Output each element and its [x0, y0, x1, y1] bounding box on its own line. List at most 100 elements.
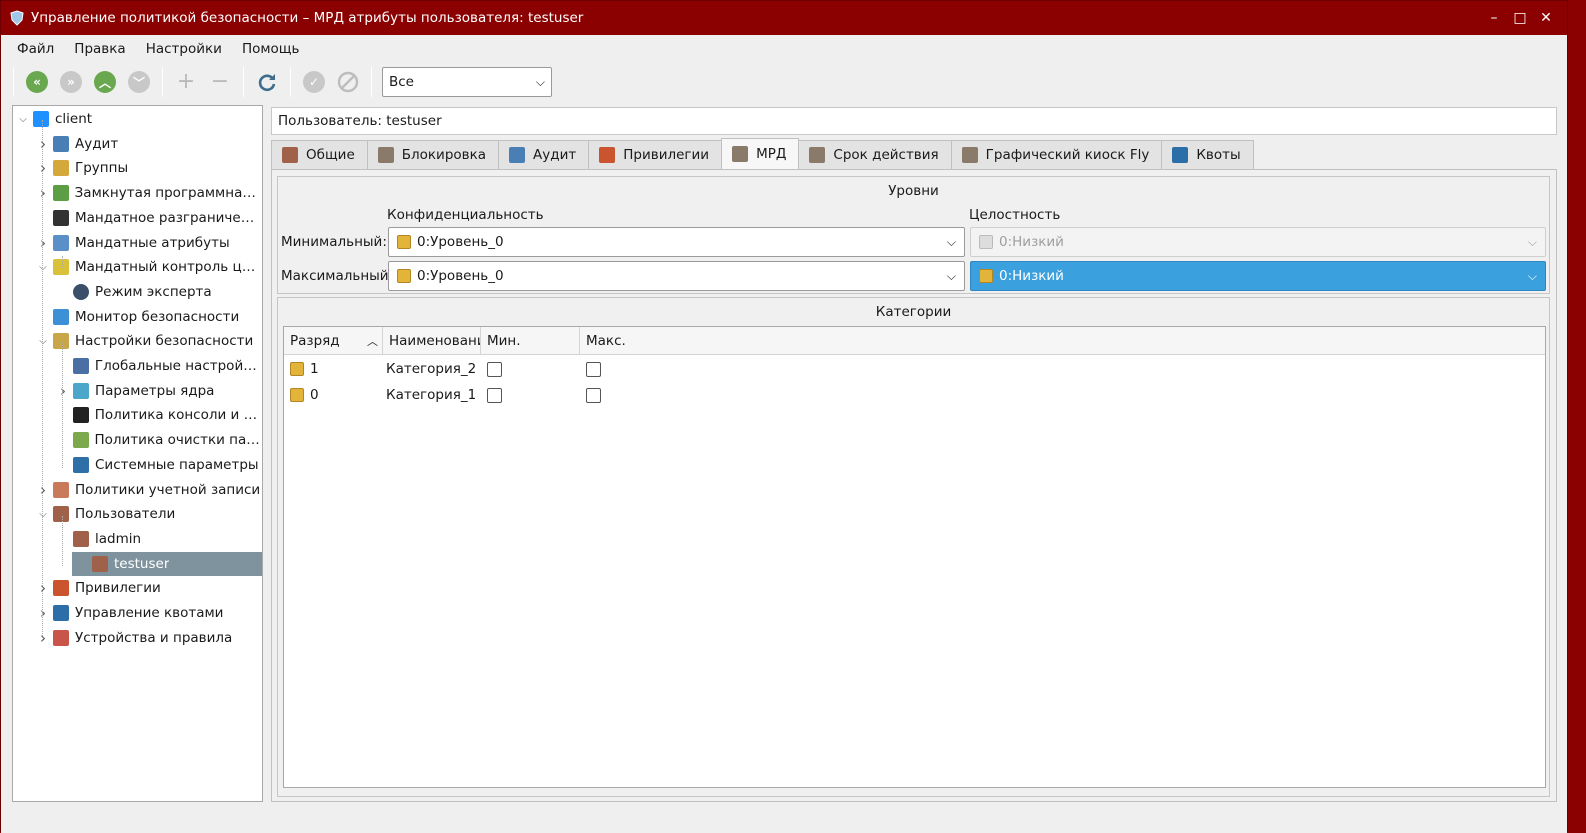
chevron-right-icon[interactable]: › [37, 629, 49, 647]
tree-item[interactable]: Мандатное разграничен... [13, 206, 262, 230]
up-button[interactable]: ︿ [92, 69, 118, 95]
tab-6[interactable]: Графический киоск Fly [950, 140, 1163, 169]
column-name[interactable]: Наименовани [383, 327, 481, 354]
tree-item[interactable]: Политика очистки пам... [13, 428, 262, 452]
menu-file[interactable]: Файл [7, 37, 64, 61]
tab-2[interactable]: Аудит [498, 140, 590, 169]
tree-item-label: Привилегии [75, 580, 161, 597]
confidentiality-header: Конфиденциальность [387, 207, 544, 223]
chevron-down-icon[interactable]: ⌵ [17, 114, 29, 125]
min-checkbox[interactable] [487, 361, 502, 377]
tree-item[interactable]: Глобальные настройк... [13, 354, 262, 378]
tree-guide-line [62, 516, 63, 566]
tree-item-label: Режим эксперта [95, 283, 212, 300]
cancel-icon [337, 71, 359, 93]
minimize-button[interactable]: – [1481, 10, 1507, 26]
tree-item[interactable]: › Мандатные атрибуты [13, 231, 262, 255]
min-integrity-select[interactable]: 0:Низкий ⌵ [970, 227, 1546, 257]
tree-item[interactable]: testuser [72, 551, 262, 576]
column-max[interactable]: Макс. [580, 327, 1545, 354]
first-button[interactable]: « [24, 69, 50, 95]
chevron-down-icon: ⌵ [535, 74, 545, 89]
tree-item[interactable]: Политика консоли и и... [13, 403, 262, 427]
tree-item[interactable]: Режим эксперта [13, 280, 262, 304]
apply-button[interactable]: ✓ [301, 69, 327, 95]
min-cell [481, 387, 580, 403]
tree-guide-line [62, 343, 63, 468]
tab-5[interactable]: Срок действия [798, 140, 952, 169]
remove-button[interactable]: − [207, 69, 233, 95]
double-right-icon: » [60, 71, 82, 93]
chevron-down-icon[interactable]: ⌵ [37, 336, 49, 347]
menu-edit[interactable]: Правка [64, 37, 135, 61]
chevron-down-icon[interactable]: ⌵ [37, 509, 49, 520]
tree-item[interactable]: › Замкнутая программная ... [13, 181, 262, 205]
column-min[interactable]: Мин. [481, 327, 580, 354]
chevron-right-icon[interactable]: › [37, 135, 49, 153]
down-button[interactable]: ﹀ [126, 69, 152, 95]
chevron-right-icon[interactable]: › [37, 579, 49, 597]
max-confidentiality-select[interactable]: 0:Уровень_0 ⌵ [388, 261, 965, 291]
double-left-icon: « [26, 71, 48, 93]
menu-bar: Файл Правка Настройки Помощь [1, 35, 1567, 63]
tree-item[interactable]: Системные параметры [13, 453, 262, 477]
min-checkbox[interactable] [487, 387, 502, 403]
tree-item[interactable]: › Параметры ядра [13, 379, 262, 403]
cancel-button[interactable] [335, 69, 361, 95]
integrity-control-icon [52, 259, 69, 276]
add-button[interactable]: + [173, 69, 199, 95]
tree-item[interactable]: › Политики учетной записи [13, 478, 262, 502]
tab-7[interactable]: Квоты [1161, 140, 1254, 169]
tree-item[interactable]: ⌵ Настройки безопасности [13, 329, 262, 353]
tree-item-label: Настройки безопасности [75, 333, 254, 350]
navigation-tree: ⌵ client › Аудит › Группы › Замкнутая программн… [12, 105, 263, 802]
refresh-button[interactable] [254, 69, 280, 95]
chevron-right-icon[interactable]: › [37, 159, 49, 177]
toolbar-separator [13, 67, 14, 97]
menu-help[interactable]: Помощь [232, 37, 310, 61]
tree-item[interactable]: ⌵ client [13, 107, 262, 131]
chevron-right-icon[interactable]: › [37, 604, 49, 622]
menu-settings[interactable]: Настройки [136, 37, 232, 61]
tree-item[interactable]: › Группы [13, 156, 262, 180]
filter-select[interactable]: Все ⌵ [382, 67, 552, 97]
chevron-right-icon[interactable]: › [37, 234, 49, 252]
refresh-icon [258, 74, 276, 92]
tab-label: МРД [756, 146, 787, 162]
chevron-right-icon[interactable]: › [37, 481, 49, 499]
block-icon [377, 147, 394, 163]
tree-item[interactable]: › Устройства и правила [13, 626, 262, 650]
tree-item[interactable]: › Привилегии [13, 576, 262, 600]
close-button[interactable]: ✕ [1533, 10, 1559, 26]
tree-item[interactable]: › Управление квотами [13, 601, 262, 625]
tree-item[interactable]: ⌵ Пользователи [13, 502, 262, 526]
bit-cell: 0 [284, 387, 383, 403]
tab-0[interactable]: Общие [271, 140, 368, 169]
max-integrity-select[interactable]: 0:Низкий ⌵ [970, 261, 1546, 291]
column-bit[interactable]: Разряд ︿ [284, 327, 383, 354]
min-confidentiality-select[interactable]: 0:Уровень_0 ⌵ [388, 227, 965, 257]
tab-1[interactable]: Блокировка [366, 140, 500, 169]
maximize-button[interactable]: □ [1507, 10, 1533, 26]
tree-item[interactable]: Монитор безопасности [13, 305, 262, 329]
min-cell [481, 361, 580, 377]
category-icon [290, 362, 304, 376]
lock-icon [53, 308, 69, 325]
tab-4[interactable]: МРД [721, 138, 800, 169]
tree-item[interactable]: ⌵ Мандатный контроль це... [13, 255, 262, 279]
table-row[interactable]: 1 Категория_2 [284, 356, 1545, 382]
max-checkbox[interactable] [586, 387, 601, 403]
tree-item[interactable]: ladmin [13, 527, 262, 551]
table-row[interactable]: 0 Категория_1 [284, 382, 1545, 408]
quota-icon [53, 605, 69, 621]
max-checkbox[interactable] [586, 361, 601, 377]
last-button[interactable]: » [58, 69, 84, 95]
toolbar-separator [371, 67, 372, 97]
tree-item[interactable]: › Аудит [13, 132, 262, 156]
column-bit-label: Разряд [290, 332, 340, 349]
shield-app-icon [10, 10, 24, 26]
level-icon [979, 269, 993, 283]
chevron-right-icon[interactable]: › [57, 382, 69, 400]
check-icon: ✓ [303, 71, 325, 93]
tab-3[interactable]: Привилегии [588, 140, 723, 169]
